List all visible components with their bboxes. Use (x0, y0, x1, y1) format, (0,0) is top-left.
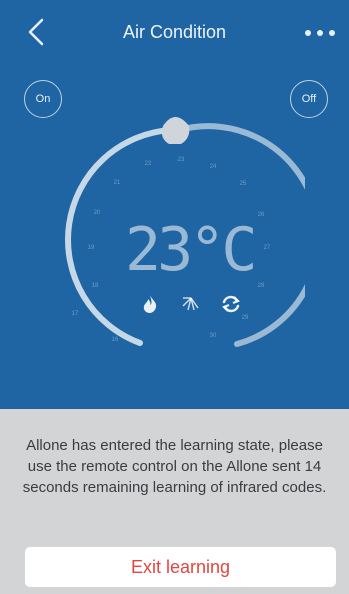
tick-label: 27 (263, 245, 271, 251)
swing-icon (182, 297, 199, 311)
tick-label: 19 (87, 245, 95, 251)
tick-label: 22 (144, 161, 152, 167)
tick-label: 24 (209, 164, 217, 170)
learning-sheet: Allone has entered the learning state, p… (0, 409, 349, 594)
heat-mode-button[interactable] (139, 293, 161, 315)
more-dots-icon (305, 30, 335, 36)
cycle-icon (222, 295, 240, 313)
tick-label: 28 (257, 283, 265, 289)
tick-label: 18 (91, 283, 99, 289)
page-title: Air Condition (122, 22, 227, 42)
tick-label: 25 (239, 181, 247, 187)
cycle-mode-button[interactable] (220, 293, 242, 315)
tick-label: 29 (241, 315, 249, 321)
tick-label: 17 (71, 311, 79, 317)
tick-label: 30 (209, 333, 217, 339)
exit-learning-button[interactable]: Exit learning (25, 547, 336, 587)
air-condition-screen: Air Condition On Off 16 17 18 19 20 21 2… (0, 0, 349, 594)
dial-knob (161, 117, 190, 144)
more-button[interactable] (303, 24, 337, 42)
tick-label: 26 (257, 212, 265, 218)
header: Air Condition (0, 0, 349, 68)
temperature-dial[interactable]: 16 17 18 19 20 21 22 23 24 25 26 27 28 2… (45, 110, 305, 370)
tick-label: 20 (93, 210, 101, 216)
flame-icon (143, 295, 157, 313)
swing-mode-button[interactable] (179, 293, 201, 315)
tick-label: 16 (111, 337, 119, 343)
temperature-readout: 23°C (125, 215, 258, 285)
learning-message: Allone has entered the learning state, p… (22, 437, 327, 496)
tick-label: 21 (113, 180, 121, 186)
tick-label: 23 (177, 157, 185, 163)
